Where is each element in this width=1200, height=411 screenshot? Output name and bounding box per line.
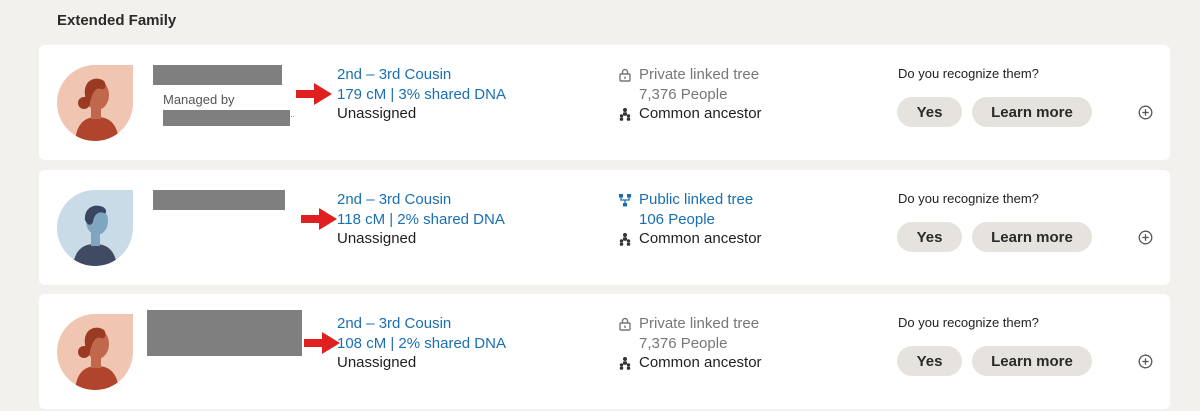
tree-icon (617, 192, 633, 208)
yes-button[interactable]: Yes (897, 222, 962, 252)
ellipsis: .. (290, 109, 296, 119)
assignment-status: Unassigned (337, 230, 417, 247)
section-title: Extended Family (57, 12, 177, 29)
expand-plus-icon[interactable] (1137, 104, 1153, 120)
learn-more-button[interactable]: Learn more (972, 97, 1092, 127)
common-ancestor-label[interactable]: Common ancestor (639, 229, 762, 249)
tree-people-count: 7,376 People (639, 334, 728, 352)
tree-people-count: 7,376 People (639, 85, 728, 103)
assignment-status: Unassigned (337, 354, 417, 371)
female-avatar-icon[interactable] (57, 65, 133, 141)
learn-more-button[interactable]: Learn more (972, 222, 1092, 252)
match-card[interactable]: Managed by .. 2nd – 3rd Cousin 179 cM | … (39, 45, 1170, 160)
common-ancestor-icon (617, 106, 633, 122)
female-avatar-icon[interactable] (57, 314, 133, 390)
red-arrow-annotation (301, 208, 337, 230)
match-card[interactable]: 2nd – 3rd Cousin 108 cM | 2% shared DNA … (39, 294, 1170, 409)
redacted-manager-name (163, 110, 290, 126)
assignment-status: Unassigned (337, 105, 417, 122)
tree-type-label: Private linked tree (639, 66, 760, 83)
expand-plus-icon[interactable] (1137, 353, 1153, 369)
red-arrow-annotation (304, 332, 340, 354)
relationship-link[interactable]: 2nd – 3rd Cousin (337, 65, 506, 85)
male-avatar-icon[interactable] (57, 190, 133, 266)
redacted-name (153, 190, 285, 210)
common-ancestor-label[interactable]: Common ancestor (639, 104, 762, 124)
lock-icon (617, 67, 633, 83)
redacted-name (147, 310, 302, 356)
yes-button[interactable]: Yes (897, 346, 962, 376)
managed-by-label: Managed by (163, 92, 235, 107)
lock-icon (617, 316, 633, 332)
common-ancestor-label[interactable]: Common ancestor (639, 353, 762, 373)
redacted-name (153, 65, 282, 85)
match-card[interactable]: 2nd – 3rd Cousin 118 cM | 2% shared DNA … (39, 170, 1170, 285)
tree-type-label: Private linked tree (639, 315, 760, 332)
common-ancestor-icon (617, 355, 633, 371)
relationship-link[interactable]: 2nd – 3rd Cousin (337, 190, 505, 210)
recognize-question: Do you recognize them? (898, 191, 1039, 206)
shared-dna-link[interactable]: 108 cM | 2% shared DNA (337, 334, 506, 354)
shared-dna-link[interactable]: 118 cM | 2% shared DNA (337, 210, 505, 230)
shared-dna-link[interactable]: 179 cM | 3% shared DNA (337, 85, 506, 105)
recognize-question: Do you recognize them? (898, 66, 1039, 81)
tree-type-link[interactable]: Public linked tree (639, 190, 753, 210)
expand-plus-icon[interactable] (1137, 229, 1153, 245)
relationship-link[interactable]: 2nd – 3rd Cousin (337, 314, 506, 334)
yes-button[interactable]: Yes (897, 97, 962, 127)
common-ancestor-icon (617, 231, 633, 247)
red-arrow-annotation (296, 83, 332, 105)
recognize-question: Do you recognize them? (898, 315, 1039, 330)
learn-more-button[interactable]: Learn more (972, 346, 1092, 376)
tree-people-count[interactable]: 106 People (617, 210, 762, 230)
